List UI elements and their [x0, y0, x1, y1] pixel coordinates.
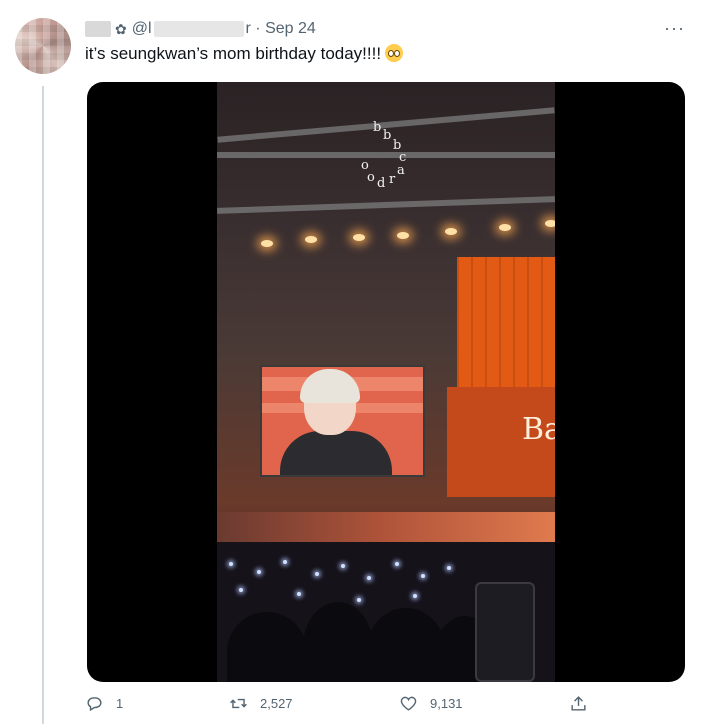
tweet-date[interactable]: Sep 24	[265, 20, 316, 38]
author-handle-redacted[interactable]	[153, 21, 244, 37]
tweet-text: it’s seungkwan’s mom birthday today!!!!	[85, 44, 404, 64]
like-count: 9,131	[430, 696, 463, 711]
reply-count: 1	[116, 696, 124, 711]
pleading-face-icon	[385, 44, 404, 62]
tweet-media-video[interactable]: b b b c a r d o o Ba	[87, 82, 685, 682]
tweet-actions: 1 2,527 9,131	[85, 694, 595, 722]
video-watermark: b b b c a r d o o	[361, 120, 407, 191]
tweet-text-content: it’s seungkwan’s mom birthday today!!!!	[85, 44, 382, 63]
author-handle-prefix[interactable]: @l	[132, 20, 152, 38]
heart-icon	[400, 696, 417, 711]
reply-button[interactable]: 1	[85, 694, 123, 713]
author-name-redacted[interactable]	[85, 21, 111, 37]
like-button[interactable]: 9,131	[399, 694, 463, 713]
tweet-header: ✿ @l r · Sep 24	[85, 18, 316, 40]
flower-icon: ✿	[115, 20, 127, 37]
reply-icon	[87, 697, 102, 712]
more-options-icon[interactable]: ···	[664, 18, 685, 39]
retweet-count: 2,527	[260, 696, 293, 711]
share-button[interactable]	[569, 694, 600, 713]
share-icon	[571, 696, 586, 711]
dot-separator: ·	[250, 20, 266, 37]
stage-sign-text: Ba	[522, 412, 555, 447]
avatar[interactable]	[15, 18, 71, 74]
retweet-button[interactable]: 2,527	[229, 694, 293, 713]
stage-screen	[260, 365, 425, 477]
retweet-icon	[230, 698, 247, 709]
thread-line	[42, 86, 44, 724]
video-frame[interactable]: b b b c a r d o o Ba	[217, 82, 555, 682]
